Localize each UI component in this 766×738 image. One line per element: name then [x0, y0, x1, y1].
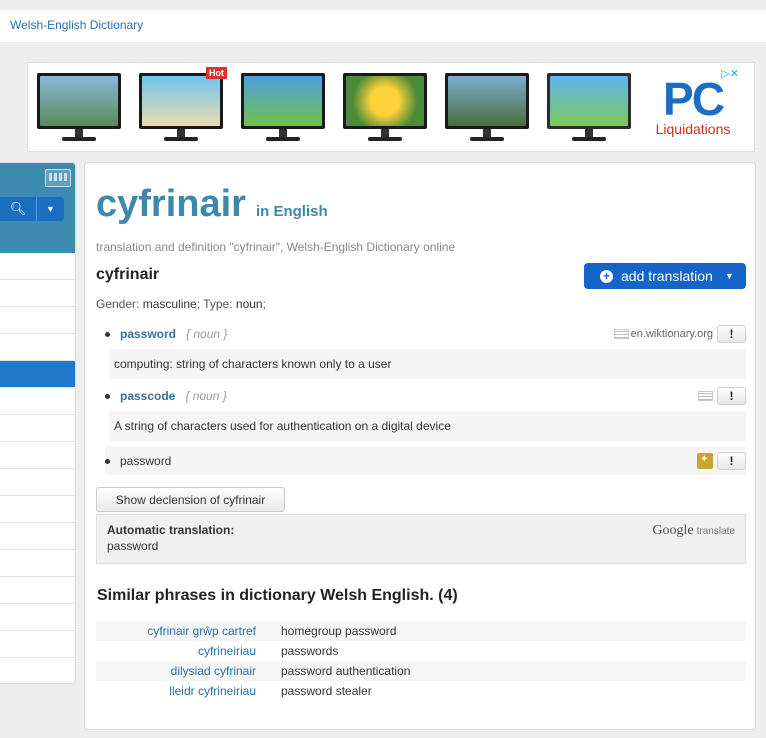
welsh-phrase-link[interactable]: dilysiad cyfrinair — [96, 664, 256, 678]
sidebar-row[interactable] — [0, 388, 75, 415]
add-translation-button[interactable]: + add translation ▼ — [584, 263, 746, 289]
ad-monitor-6[interactable] — [541, 65, 637, 149]
definition: A string of characters used for authenti… — [109, 411, 746, 441]
title-language: in English — [255, 203, 328, 220]
headword: cyfrinair — [96, 266, 160, 283]
gender-value: masculine — [142, 297, 197, 311]
definition: computing: string of characters known on… — [109, 349, 746, 379]
grammar-info: Gender: masculine; Type: noun; — [96, 297, 266, 311]
sidebar-row[interactable] — [0, 523, 75, 550]
adchoices-icon[interactable]: ▷✕ — [721, 67, 739, 80]
ad-monitor-4[interactable] — [337, 65, 433, 149]
part-of-speech: { noun } — [186, 327, 228, 341]
translation-word: password — [120, 454, 172, 468]
show-declension-button[interactable]: Show declension of cyfrinair — [96, 487, 285, 512]
bullet — [105, 331, 110, 337]
sidebar-row[interactable] — [0, 604, 75, 631]
ad-monitor-2[interactable]: Hot — [133, 65, 229, 149]
english-phrase: passwords — [281, 644, 339, 658]
sidebar-row[interactable] — [0, 307, 75, 334]
source-icon — [698, 391, 713, 401]
source-label[interactable]: en.wiktionary.org — [631, 328, 713, 340]
google-translate-logo: Google translate — [652, 523, 735, 539]
table-row: cyfrinair grŵp cartref homegroup passwor… — [96, 621, 746, 641]
source-icon — [613, 329, 629, 339]
report-button[interactable]: ! — [717, 452, 746, 470]
source: ! — [697, 452, 746, 470]
english-phrase: homegroup password — [281, 624, 397, 638]
translation-item: password ! — [105, 447, 746, 475]
table-row: dilysiad cyfrinair password authenticati… — [96, 661, 746, 681]
report-button[interactable]: ! — [717, 387, 746, 405]
translation-memory-icon[interactable] — [697, 453, 713, 469]
translation-word[interactable]: password — [120, 327, 176, 341]
sidebar-row[interactable] — [0, 496, 75, 523]
page-subtitle: translation and definition "cyfrinair", … — [96, 240, 456, 254]
top-bar: Welsh-English Dictionary — [0, 10, 766, 42]
sidebar-header: 🔍︎ ▼ — [0, 163, 75, 253]
sidebar-row[interactable] — [0, 442, 75, 469]
ad-monitor-1[interactable] — [31, 65, 127, 149]
sidebar-search-button[interactable]: 🔍︎ ▼ — [0, 197, 64, 221]
part-of-speech: { noun } — [185, 389, 227, 403]
similar-phrases-table: cyfrinair grŵp cartref homegroup passwor… — [96, 621, 746, 701]
english-phrase: password authentication — [281, 664, 411, 678]
title-word: cyfrinair — [96, 183, 246, 225]
ad-banner[interactable]: Hot ▷✕ PC Liquidations — [27, 62, 755, 152]
welsh-phrase-link[interactable]: cyfrineiriau — [96, 644, 256, 658]
add-translation-label: add translation — [621, 268, 713, 284]
gender-label: Gender: — [96, 297, 140, 311]
translation-item: password { noun } en.wiktionary.org ! co… — [105, 323, 746, 379]
sidebar-row[interactable] — [0, 469, 75, 496]
ad-monitor-3[interactable] — [235, 65, 331, 149]
bullet — [105, 458, 110, 464]
sidebar: 🔍︎ ▼ — [0, 162, 76, 684]
ad-monitor-5[interactable] — [439, 65, 535, 149]
pc-liquidations-logo[interactable]: ▷✕ PC Liquidations — [643, 65, 743, 149]
sidebar-row[interactable] — [0, 334, 75, 361]
type-end: ; — [262, 297, 266, 311]
site-link[interactable]: Welsh-English Dictionary — [10, 18, 143, 32]
translate-wordmark: translate — [696, 526, 735, 537]
caret-down-icon: ▼ — [724, 271, 734, 281]
welsh-phrase-link[interactable]: lleidr cyfrineiriau — [96, 684, 256, 698]
chevron-down-icon[interactable]: ▼ — [36, 197, 64, 221]
source: ! — [698, 387, 746, 405]
table-row: lleidr cyfrineiriau password stealer — [96, 681, 746, 701]
auto-translation-label: Automatic translation: — [107, 523, 235, 537]
google-wordmark: Google — [652, 523, 694, 538]
bullet — [105, 393, 110, 399]
sidebar-row[interactable] — [0, 253, 75, 280]
main-panel: cyfrinair in English translation and def… — [84, 162, 756, 730]
source: en.wiktionary.org ! — [613, 325, 746, 343]
sidebar-row[interactable] — [0, 280, 75, 307]
sidebar-row-active[interactable] — [0, 361, 75, 388]
table-row: cyfrineiriau passwords — [96, 641, 746, 661]
english-phrase: password stealer — [281, 684, 372, 698]
sidebar-row[interactable] — [0, 577, 75, 604]
type-label: ; Type: — [196, 297, 233, 311]
sidebar-row[interactable] — [0, 415, 75, 442]
ad-brand-big: PC — [663, 73, 725, 125]
sidebar-row[interactable] — [0, 631, 75, 658]
welsh-phrase-link[interactable]: cyfrinair grŵp cartref — [96, 624, 256, 638]
automatic-translation: Automatic translation: password Google t… — [96, 514, 746, 564]
plus-icon: + — [600, 269, 613, 283]
keyboard-icon[interactable] — [45, 169, 71, 187]
sidebar-row[interactable] — [0, 550, 75, 577]
similar-phrases-heading: Similar phrases in dictionary Welsh Engl… — [97, 587, 458, 604]
auto-translation-value: password — [107, 539, 159, 553]
ad-brand-small: Liquidations — [655, 121, 731, 137]
type-value: noun — [235, 297, 263, 311]
translation-word[interactable]: passcode — [120, 389, 175, 403]
translation-item: passcode { noun } ! A string of characte… — [105, 385, 746, 441]
report-button[interactable]: ! — [717, 325, 746, 343]
page-title: cyfrinair in English — [96, 183, 328, 226]
hot-badge: Hot — [206, 67, 227, 79]
search-icon[interactable]: 🔍︎ — [0, 197, 36, 221]
